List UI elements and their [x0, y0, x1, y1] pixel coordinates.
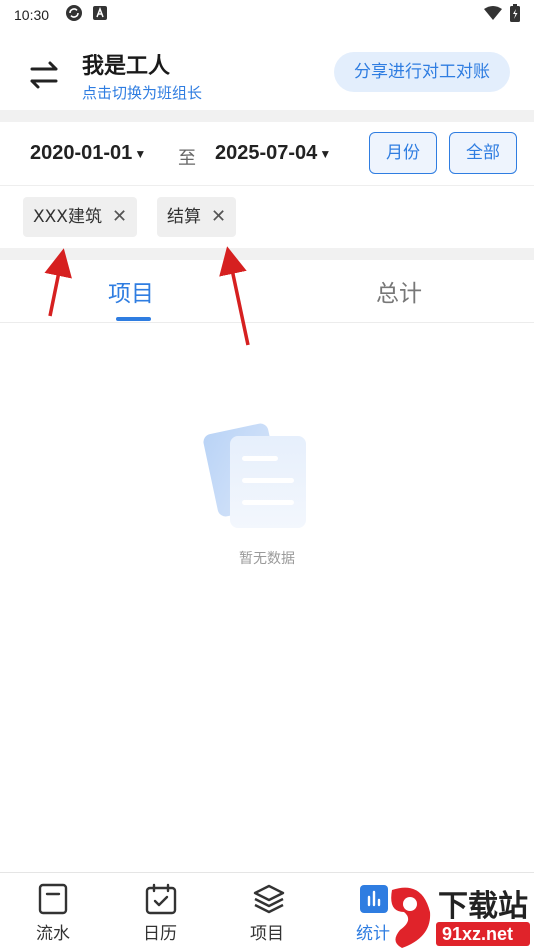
- nav-item-calendar[interactable]: 日历: [107, 873, 213, 950]
- nav-label: 统计: [356, 924, 390, 944]
- filter-tag-project[interactable]: XXX建筑 ✕: [23, 197, 138, 237]
- nav-item-ledger[interactable]: 流水: [0, 873, 106, 950]
- stats-icon: [360, 885, 388, 913]
- notification-a-icon: [93, 6, 108, 24]
- tab-projects[interactable]: 项目: [108, 274, 154, 308]
- active-filter-tags: XXX建筑 ✕ 结算 ✕: [0, 188, 534, 248]
- start-date-value: 2020-01-01: [30, 142, 133, 164]
- share-reconcile-button[interactable]: 分享进行对工对账: [334, 52, 510, 92]
- section-divider: [0, 248, 534, 260]
- tab-total[interactable]: 总计: [376, 274, 422, 308]
- layers-icon: [253, 884, 285, 914]
- end-date-value: 2025-07-04: [215, 142, 318, 164]
- nav-label: 流水: [36, 924, 70, 944]
- filter-tag-label: XXX建筑: [33, 207, 102, 227]
- tab-active-indicator: [116, 317, 151, 321]
- tab-bar: 项目 总计: [0, 260, 534, 323]
- filter-tag-type[interactable]: 结算 ✕: [157, 197, 237, 237]
- month-button[interactable]: 月份: [369, 132, 437, 174]
- caret-down-icon: ▼: [134, 146, 147, 161]
- sync-icon: [65, 4, 83, 26]
- battery-icon: [510, 4, 520, 26]
- filter-tag-label: 结算: [167, 207, 201, 227]
- nav-item-stats[interactable]: 统计: [320, 873, 426, 950]
- status-bar: 10:30: [0, 0, 534, 30]
- empty-state-text: 暂无数据: [239, 551, 295, 567]
- status-time: 10:30: [14, 7, 50, 23]
- all-button[interactable]: 全部: [449, 132, 517, 174]
- section-divider: [0, 110, 534, 122]
- empty-document-icon: [202, 418, 312, 530]
- switch-role-link[interactable]: 点击切换为班组长: [82, 82, 202, 103]
- role-title: 我是工人: [82, 54, 171, 79]
- close-icon[interactable]: ✕: [112, 206, 127, 227]
- nav-item-projects[interactable]: 项目: [214, 873, 320, 950]
- swap-role-icon[interactable]: [24, 54, 64, 94]
- date-filter-row: 2020-01-01 ▼ 至 2025-07-04 ▼ 月份 全部: [0, 124, 534, 186]
- close-icon[interactable]: ✕: [211, 206, 226, 227]
- caret-down-icon: ▼: [319, 146, 332, 161]
- nav-label: 日历: [143, 924, 177, 944]
- wifi-icon: [484, 6, 502, 24]
- end-date-picker[interactable]: 2025-07-04 ▼: [215, 142, 331, 165]
- start-date-picker[interactable]: 2020-01-01 ▼: [30, 142, 146, 165]
- calendar-icon: [145, 883, 177, 915]
- date-range-separator: 至: [178, 148, 196, 169]
- bottom-nav: 流水 日历 项目 统计: [0, 872, 534, 950]
- ledger-icon: [38, 883, 68, 915]
- header: 我是工人 点击切换为班组长 分享进行对工对账: [0, 36, 534, 110]
- nav-label: 项目: [250, 924, 284, 944]
